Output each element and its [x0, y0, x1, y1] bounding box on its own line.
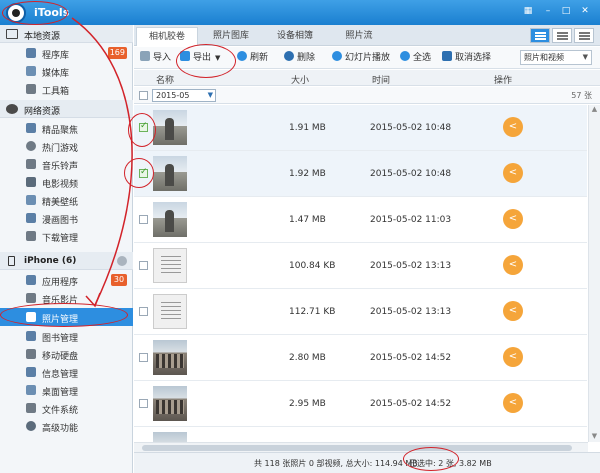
annotation-arrow: [71, 17, 133, 308]
